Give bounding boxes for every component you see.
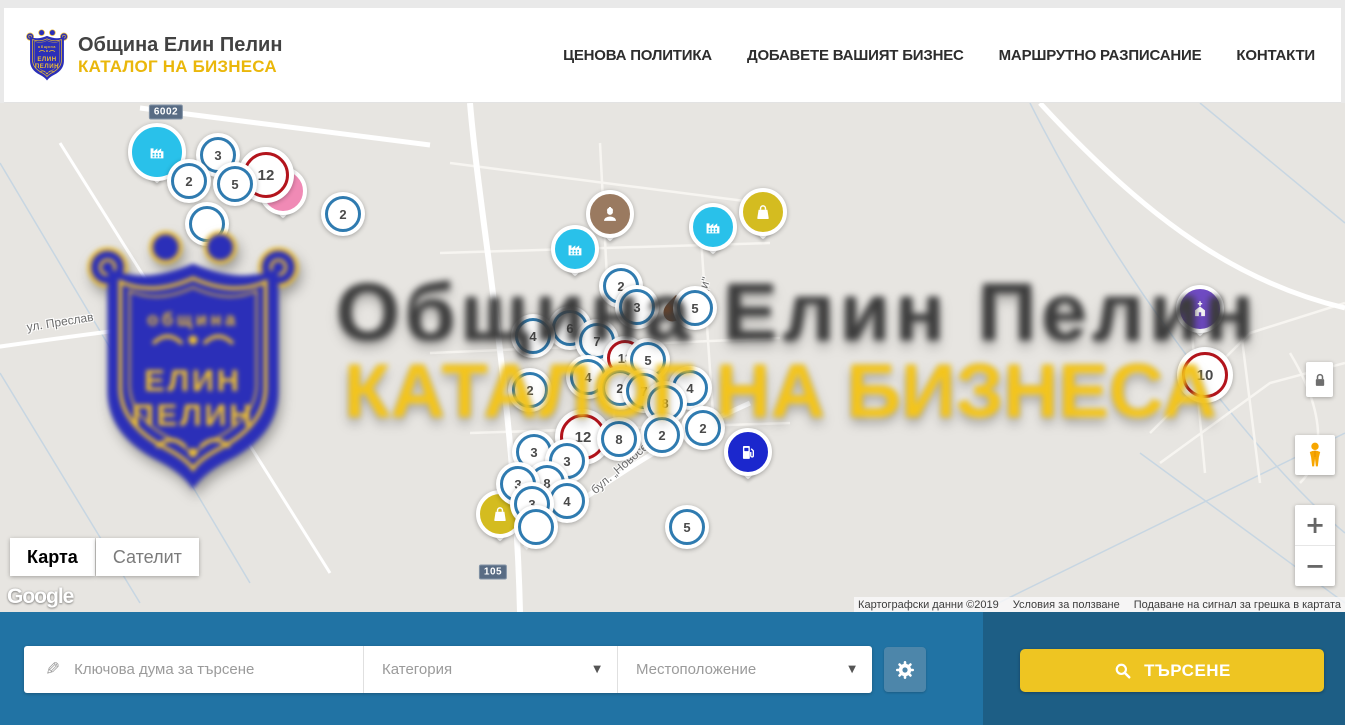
nav-item-4[interactable]: КОНТАКТИ (1236, 47, 1315, 64)
cluster-marker[interactable]: 5 (213, 162, 257, 206)
pegman-icon (1302, 440, 1328, 470)
municipality-logo-icon (25, 28, 69, 82)
chevron-down-icon: ▼ (593, 664, 601, 675)
report-error-link[interactable]: Подаване на сигнал за грешка в картата (1134, 599, 1341, 611)
brand[interactable]: Община Елин Пелин КАТАЛОГ НА БИЗНЕСА (25, 28, 282, 82)
category-select[interactable]: Категория ▼ (363, 646, 617, 693)
streetview-lock-button[interactable] (1306, 362, 1333, 397)
map-type-satellite-button[interactable]: Сателит (96, 538, 199, 576)
search-button-label: ТЪРСЕНЕ (1144, 661, 1231, 681)
cluster-marker[interactable]: 5 (673, 286, 717, 330)
cluster-marker[interactable]: 5 (665, 505, 709, 549)
keyword-section: ✎ (24, 646, 363, 693)
factory-pin[interactable] (689, 203, 737, 251)
nav-item-1[interactable]: ЦЕНОВА ПОЛИТИКА (563, 47, 712, 64)
pencil-icon: ✎ (45, 659, 60, 680)
cluster-marker[interactable]: 2 (321, 192, 365, 236)
cluster-marker[interactable] (514, 505, 558, 549)
cluster-marker[interactable]: 3 (615, 285, 659, 329)
cluster-marker[interactable]: 8 (597, 417, 641, 461)
cluster-marker[interactable] (185, 202, 229, 246)
cluster-marker[interactable]: 2 (508, 368, 552, 412)
header: Община Елин Пелин КАТАЛОГ НА БИЗНЕСА ЦЕН… (0, 0, 1345, 103)
cluster-marker[interactable]: 4 (511, 314, 555, 358)
search-panel: ✎ Категория ▼ Местоположение ▼ (24, 646, 872, 693)
map-attribution: Картографски данни ©2019 Условия за полз… (854, 597, 1345, 612)
nav-item-2[interactable]: ДОБАВЕТЕ ВАШИЯТ БИЗНЕС (747, 47, 964, 64)
markers-layer: 32512223564713542274821282338343510 (0, 103, 1345, 612)
gear-icon (893, 658, 917, 682)
church-pin[interactable] (1176, 285, 1224, 333)
zoom-in-button[interactable]: + (1295, 505, 1335, 545)
map-data-copyright: Картографски данни ©2019 (858, 599, 999, 611)
map-canvas[interactable]: 6002105ул. Преславбул. „Новоселци" 32512… (0, 103, 1345, 612)
search-bar: ✎ Категория ▼ Местоположение ▼ (0, 612, 1345, 725)
cluster-marker[interactable]: 2 (681, 406, 725, 450)
cluster-marker[interactable]: 2 (640, 413, 684, 457)
advanced-search-button[interactable] (884, 647, 926, 692)
main-nav: ЦЕНОВА ПОЛИТИКА ДОБАВЕТЕ ВАШИЯТ БИЗНЕС МАР… (563, 47, 1315, 64)
lock-icon (1310, 369, 1330, 391)
site-subtitle: КАТАЛОГ НА БИЗНЕСА (78, 57, 282, 76)
pegman-button[interactable] (1295, 435, 1335, 475)
bag-pin[interactable] (739, 188, 787, 236)
search-icon (1113, 661, 1133, 681)
page: община ЕЛИН ПЕЛИН Община Елин Пелин КАТА… (0, 0, 1345, 725)
cluster-marker[interactable]: 2 (167, 159, 211, 203)
search-button[interactable]: ТЪРСЕНЕ (1020, 649, 1324, 692)
zoom-out-button[interactable]: − (1295, 545, 1335, 586)
chevron-down-icon: ▼ (848, 664, 856, 675)
nav-item-3[interactable]: МАРШРУТНО РАЗПИСАНИЕ (999, 47, 1202, 64)
terms-link[interactable]: Условия за ползване (1013, 599, 1120, 611)
keyword-input[interactable] (72, 660, 363, 679)
category-select-value: Категория (382, 661, 452, 678)
map-type-map-button[interactable]: Карта (10, 538, 95, 576)
location-select[interactable]: Местоположение ▼ (617, 646, 872, 693)
zoom-control: + − (1295, 505, 1335, 586)
location-select-value: Местоположение (636, 661, 756, 678)
google-logo[interactable]: Google (7, 585, 73, 609)
site-title: Община Елин Пелин (78, 34, 282, 56)
map-type-control: Карта Сателит (10, 538, 199, 576)
cluster-marker[interactable]: 10 (1177, 347, 1233, 403)
factory-pin[interactable] (551, 225, 599, 273)
fuel-pin[interactable] (724, 428, 772, 476)
